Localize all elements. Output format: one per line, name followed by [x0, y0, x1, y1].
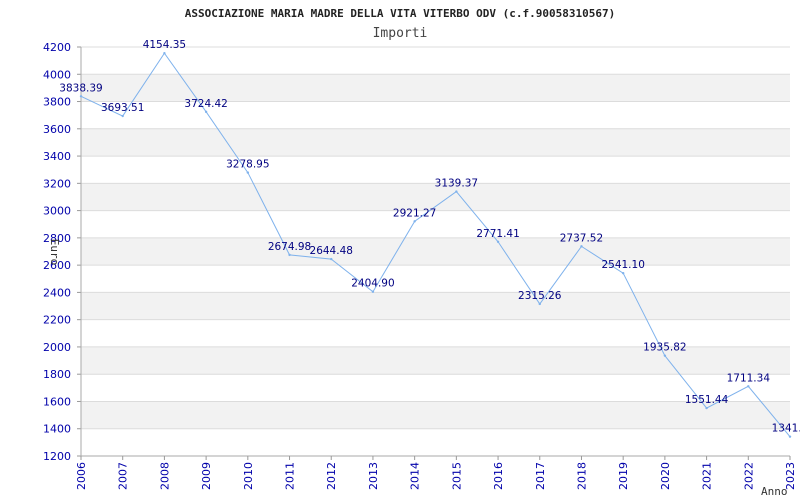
data-point [330, 257, 333, 261]
x-tick-label: 2011 [284, 462, 297, 490]
grid-band [81, 292, 790, 320]
x-tick-label: 2006 [75, 462, 88, 490]
data-label: 1711.34 [727, 372, 771, 384]
x-tick-label: 2013 [367, 462, 380, 490]
y-tick-label: 1600 [43, 395, 71, 408]
data-point [121, 114, 124, 118]
x-tick-label: 2020 [659, 462, 672, 490]
data-label: 1935.82 [643, 342, 686, 354]
data-label: 2674.98 [268, 241, 311, 253]
data-point [621, 271, 625, 275]
data-point [246, 171, 250, 174]
x-tick-label: 2021 [701, 462, 714, 490]
chart-subtitle: Importi [373, 26, 428, 41]
x-tick-label: 2012 [325, 462, 338, 490]
data-point [496, 240, 500, 243]
y-tick-label: 3400 [43, 150, 71, 163]
data-label: 2921.27 [393, 207, 436, 219]
data-label: 2541.10 [601, 259, 644, 271]
y-tick-label: 2200 [43, 314, 71, 327]
y-axis-title: Euro [48, 239, 61, 266]
x-axis-ticks: 2006 2007 2008 2009 2010 2011 2012 2013 2014 2015… [75, 462, 797, 490]
grid-band [81, 237, 790, 266]
grid-band [81, 401, 790, 429]
data-point [371, 290, 375, 293]
x-tick-label: 2010 [242, 462, 255, 490]
x-tick-label: 2016 [492, 462, 505, 490]
data-label: 2404.90 [351, 278, 394, 290]
x-tick-label: 2022 [742, 462, 755, 490]
x-tick-label: 2007 [117, 462, 130, 490]
data-point [705, 406, 708, 410]
data-label: 2771.41 [476, 228, 519, 240]
y-tick-label: 3600 [43, 123, 71, 136]
y-tick-label: 1400 [43, 423, 71, 436]
data-point [455, 190, 458, 193]
data-label: 3838.39 [59, 82, 102, 94]
y-tick-label: 1200 [43, 450, 71, 463]
data-point [413, 220, 416, 223]
x-tick-label: 2014 [409, 462, 422, 490]
x-tick-label: 2018 [575, 462, 588, 490]
y-tick-label: 2400 [43, 286, 71, 299]
data-point [163, 52, 166, 55]
data-point [788, 435, 792, 438]
x-tick-label: 2008 [158, 462, 171, 490]
data-label: 1341.9 [772, 423, 800, 435]
data-label: 3724.42 [184, 98, 227, 110]
data-point [538, 302, 541, 306]
y-tick-label: 4000 [43, 68, 71, 81]
data-label: 2315.26 [518, 290, 562, 302]
x-tick-label: 2015 [450, 462, 463, 490]
y-tick-label: 3000 [43, 205, 71, 218]
data-label: 3278.95 [226, 159, 269, 171]
x-tick-label: 2019 [617, 462, 630, 490]
data-label: 2737.52 [560, 232, 603, 244]
y-tick-label: 3200 [43, 177, 71, 190]
data-label: 1551.44 [685, 394, 729, 406]
x-tick-label: 2017 [534, 462, 547, 490]
x-tick-label: 2009 [200, 462, 213, 490]
grid-band [81, 128, 790, 157]
data-point [580, 245, 583, 248]
y-tick-label: 2000 [43, 341, 71, 354]
data-label: 3139.37 [435, 178, 478, 190]
y-tick-label: 4200 [43, 41, 71, 54]
data-point [288, 253, 291, 257]
data-point [747, 385, 750, 388]
y-tick-label: 3800 [43, 96, 71, 109]
data-label: 4154.35 [143, 39, 186, 51]
chart-title: ASSOCIAZIONE MARIA MADRE DELLA VITA VITE… [185, 7, 615, 20]
data-point [663, 354, 667, 357]
grid-bands [81, 74, 790, 429]
chart: 1200140016001800200022002400260028003000… [43, 7, 800, 498]
data-label: 2644.48 [310, 245, 353, 257]
data-point [204, 110, 208, 114]
data-label: 3693.51 [101, 102, 144, 114]
y-tick-label: 1800 [43, 368, 71, 381]
data-point [79, 95, 83, 98]
x-axis-title: Anno [761, 485, 788, 498]
